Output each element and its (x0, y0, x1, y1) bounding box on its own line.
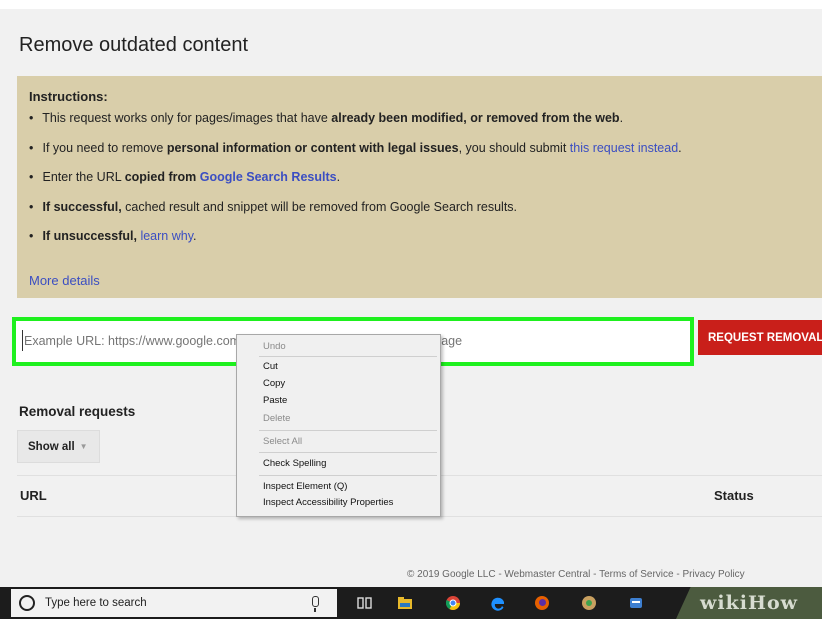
context-menu-separator (259, 475, 437, 476)
task-view-icon[interactable] (357, 595, 373, 611)
chrome-icon[interactable] (445, 595, 461, 611)
google-search-results-link[interactable]: Google Search Results (200, 170, 337, 184)
instruction-text: . (193, 229, 197, 243)
more-details-link[interactable]: More details (29, 273, 100, 288)
instructions-list: This request works only for pages/images… (29, 111, 819, 259)
instruction-text: cached result and snippet will be remove… (121, 199, 518, 214)
instruction-bold: personal information or content with leg… (166, 140, 459, 155)
instruction-bold: If successful, (42, 199, 122, 214)
wikihow-watermark: wikiHow (676, 587, 822, 619)
context-menu-cut[interactable]: Cut (263, 361, 278, 372)
instruction-text: , you should submit (458, 140, 570, 155)
taskbar-search-text: Type here to search (45, 597, 147, 609)
instruction-item: If unsuccessful, learn why. (29, 229, 819, 259)
footer-links: © 2019 Google LLC - Webmaster Central - … (407, 569, 745, 580)
instruction-text: . (336, 170, 341, 184)
context-menu-copy[interactable]: Copy (263, 378, 285, 389)
context-menu-undo[interactable]: Undo (263, 341, 286, 352)
instruction-item: If successful, cached result and snippet… (29, 200, 819, 230)
legal-request-link[interactable]: this request instead (570, 141, 678, 155)
column-header-url: URL (20, 488, 47, 503)
instruction-text: . (619, 111, 624, 125)
text-caret (22, 330, 23, 351)
context-menu-select-all[interactable]: Select All (263, 436, 302, 447)
show-all-dropdown[interactable]: Show all ▼ (17, 430, 100, 463)
instruction-item: If you need to remove personal informati… (29, 141, 819, 171)
context-menu: Undo Cut Copy Paste Delete Select All Ch… (236, 334, 441, 517)
app-icon[interactable] (581, 595, 597, 611)
instruction-item: This request works only for pages/images… (29, 111, 819, 141)
learn-why-link[interactable]: learn why (140, 229, 193, 243)
column-header-status: Status (714, 488, 754, 503)
context-menu-delete[interactable]: Delete (263, 413, 290, 424)
instruction-bold: copied from (124, 170, 200, 184)
instruction-item: Enter the URL copied from Google Search … (29, 170, 819, 200)
request-removal-button[interactable]: REQUEST REMOVAL (698, 320, 822, 355)
removal-requests-title: Removal requests (19, 404, 136, 419)
instruction-bold: already been modified, or removed from t… (331, 111, 620, 125)
app-icon-2[interactable] (628, 595, 644, 611)
page-title: Remove outdated content (19, 34, 249, 56)
instruction-text: Enter the URL (42, 170, 125, 184)
context-menu-paste[interactable]: Paste (263, 395, 287, 406)
chevron-down-icon: ▼ (79, 442, 88, 451)
context-menu-inspect-element[interactable]: Inspect Element (Q) (263, 481, 347, 492)
context-menu-separator (259, 452, 437, 453)
context-menu-separator (259, 356, 437, 357)
firefox-icon[interactable] (534, 595, 550, 611)
instruction-text: This request works only for pages/images… (42, 111, 332, 125)
top-strip (0, 0, 822, 9)
context-menu-check-spelling[interactable]: Check Spelling (263, 458, 326, 469)
webmaster-page: Remove outdated content Instructions: Th… (0, 0, 822, 587)
instruction-text: . (678, 140, 682, 155)
microphone-icon[interactable] (312, 596, 319, 612)
show-all-label: Show all (28, 440, 75, 453)
edge-icon[interactable] (490, 595, 506, 611)
instruction-text: If you need to remove (42, 140, 167, 155)
file-explorer-icon[interactable] (397, 595, 413, 611)
context-menu-inspect-accessibility[interactable]: Inspect Accessibility Properties (263, 497, 393, 508)
instructions-title: Instructions: (29, 89, 108, 104)
cortana-circle-icon (19, 595, 35, 611)
instruction-bold: If unsuccessful, (42, 229, 137, 243)
context-menu-separator (259, 430, 437, 431)
taskbar-search-box[interactable]: Type here to search (11, 589, 337, 617)
instructions-panel: Instructions: This request works only fo… (17, 76, 822, 298)
